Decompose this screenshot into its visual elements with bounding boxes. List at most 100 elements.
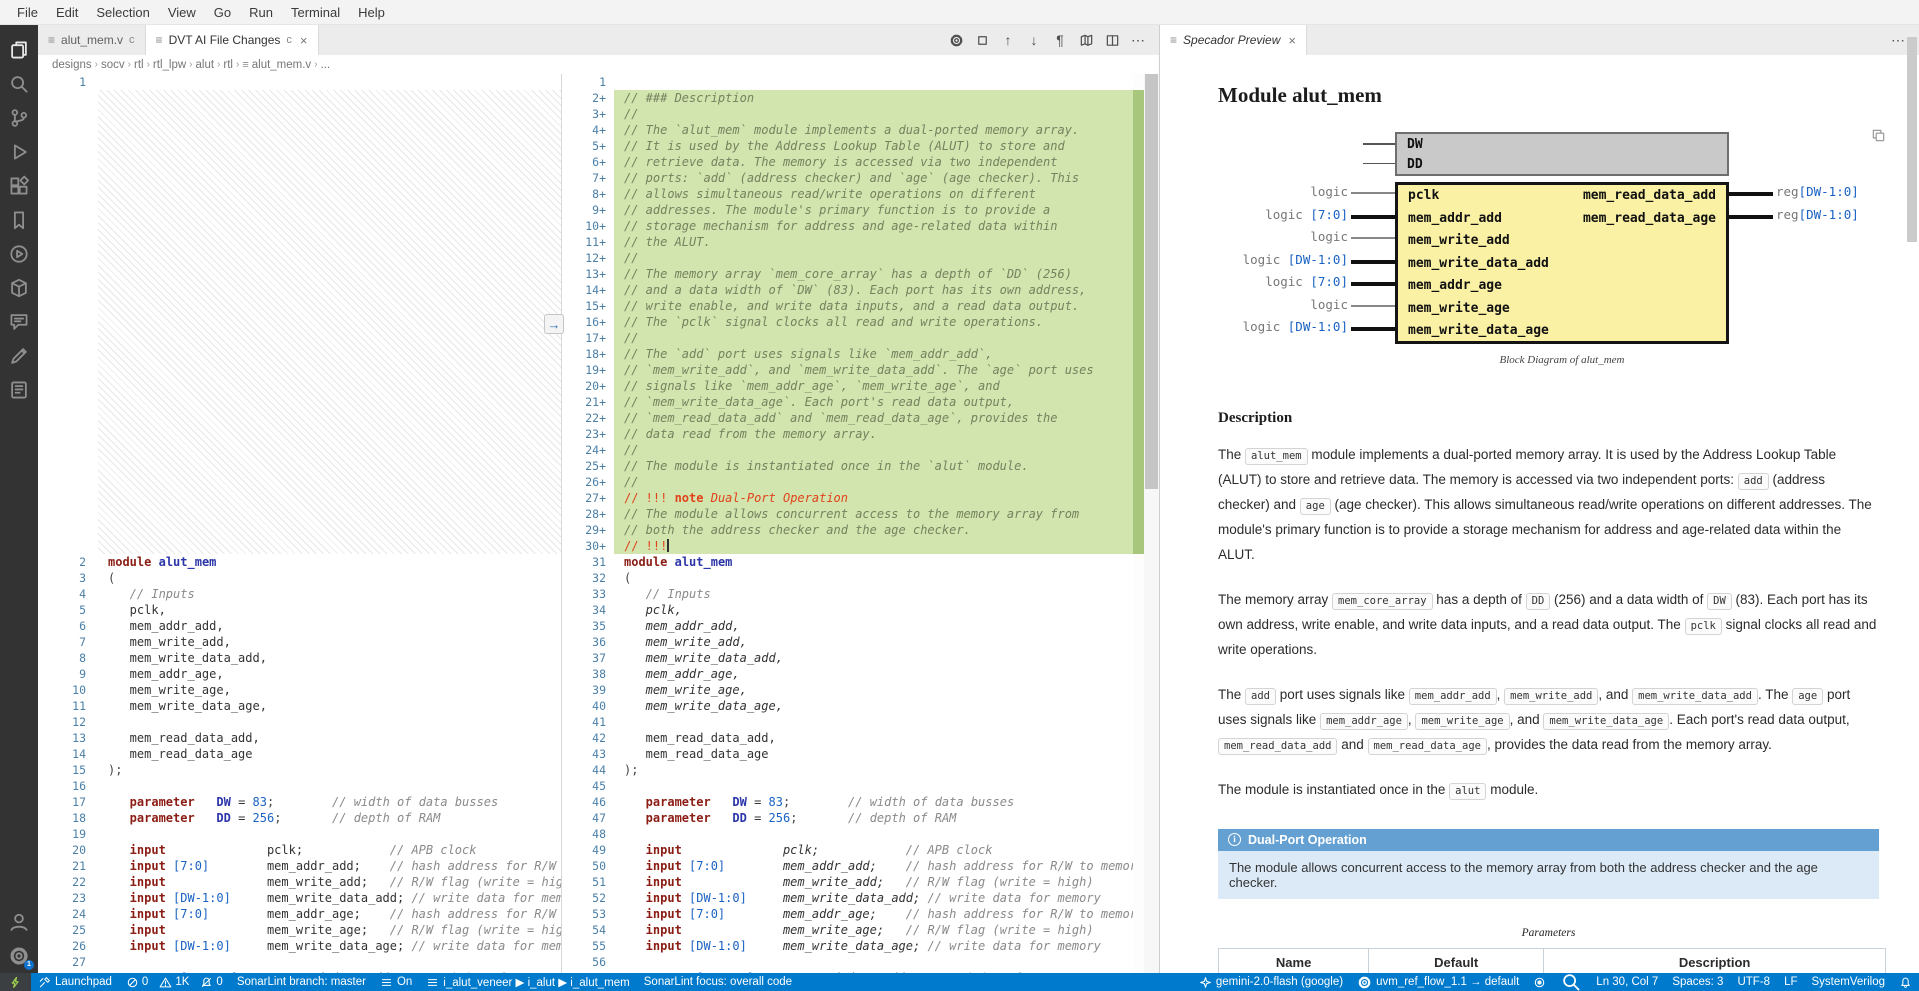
breadcrumb-item[interactable]: socv: [101, 59, 125, 71]
code-line[interactable]: 15+// write enable, and write data input…: [562, 298, 1133, 314]
menu-go[interactable]: Go: [205, 5, 240, 20]
code-line[interactable]: 14+// and a data width of `DW` (83). Eac…: [562, 282, 1133, 298]
copy-icon[interactable]: [1871, 128, 1886, 143]
run-debug-icon[interactable]: [0, 135, 38, 169]
code-line[interactable]: 57 output [DW-1:0] mem_read_data_add; //…: [562, 970, 1133, 973]
code-line[interactable]: 14 mem_read_data_age: [38, 746, 561, 762]
code-line[interactable]: 1: [562, 74, 1133, 90]
account-icon[interactable]: [0, 905, 38, 939]
code-line[interactable]: 20+// signals like `mem_addr_age`, `mem_…: [562, 378, 1133, 394]
code-line[interactable]: 53 input [7:0] mem_addr_age; // hash add…: [562, 906, 1133, 922]
close-icon[interactable]: ×: [300, 33, 308, 48]
code-line[interactable]: 5 pclk,: [38, 602, 561, 618]
code-line[interactable]: 7+// ports: `add` (address checker) and …: [562, 170, 1133, 186]
settings-icon[interactable]: 1: [0, 939, 38, 973]
code-line[interactable]: 18+// The `add` port uses signals like `…: [562, 346, 1133, 362]
search-icon[interactable]: [0, 67, 38, 101]
menu-file[interactable]: File: [8, 5, 47, 20]
close-icon[interactable]: ×: [1288, 33, 1296, 48]
code-line[interactable]: 22+// `mem_read_data_add` and `mem_read_…: [562, 410, 1133, 426]
code-line[interactable]: 28 output [DW-1:0] mem_read_data_add; //…: [38, 970, 561, 973]
diff-navigate-button[interactable]: →: [544, 314, 564, 334]
code-line[interactable]: 1: [38, 74, 561, 90]
eol[interactable]: LF: [1777, 973, 1804, 991]
code-line[interactable]: 9 mem_addr_age,: [38, 666, 561, 682]
notifications[interactable]: [1892, 973, 1919, 991]
panel-scrollbar-thumb[interactable]: [1907, 37, 1917, 242]
breadcrumb-item[interactable]: rtl_lpw: [153, 59, 186, 71]
breadcrumb[interactable]: designs›socv›rtl›rtl_lpw›alut›rtl›≡alut_…: [38, 55, 1159, 74]
code-line[interactable]: 18 parameter DD = 256; // depth of RAM: [38, 810, 561, 826]
code-line[interactable]: 13+// The memory array `mem_core_array` …: [562, 266, 1133, 282]
sonarlint-branch[interactable]: SonarLint branch: master: [230, 973, 373, 991]
scrollbar-thumb[interactable]: [1145, 74, 1158, 489]
code-line[interactable]: 24+//: [562, 442, 1133, 458]
code-line[interactable]: 37 mem_write_data_add,: [562, 650, 1133, 666]
code-line[interactable]: 41: [562, 714, 1133, 730]
code-line[interactable]: 12+//: [562, 250, 1133, 266]
code-line[interactable]: 26+//: [562, 474, 1133, 490]
breadcrumb-file[interactable]: alut_mem.v: [252, 59, 311, 71]
search-status[interactable]: [1553, 973, 1589, 991]
tab-dvt-ai-file-changes[interactable]: ≡DVT AI File Changesc×: [146, 25, 319, 55]
breadcrumb-item[interactable]: alut: [196, 59, 215, 71]
code-line[interactable]: 24 input [7:0] mem_addr_age; // hash add…: [38, 906, 561, 922]
ai-model[interactable]: gemini-2.0-flash (google): [1192, 973, 1350, 991]
code-line[interactable]: 33 // Inputs: [562, 586, 1133, 602]
code-line[interactable]: 11 mem_write_data_age,: [38, 698, 561, 714]
code-line[interactable]: 13 mem_read_data_add,: [38, 730, 561, 746]
code-line[interactable]: 40 mem_write_data_age,: [562, 698, 1133, 714]
diff-original-pane[interactable]: 12module alut_mem3(4 // Inputs5 pclk,6 m…: [38, 74, 562, 973]
dvt-toggle[interactable]: On: [373, 973, 419, 991]
code-line[interactable]: 20 input pclk; // APB clock: [38, 842, 561, 858]
code-line[interactable]: 44);: [562, 762, 1133, 778]
code-line[interactable]: 29+// both the address checker and the a…: [562, 522, 1133, 538]
breadcrumb-item[interactable]: rtl: [223, 59, 233, 71]
code-line[interactable]: 31module alut_mem: [562, 554, 1133, 570]
code-line[interactable]: 17 parameter DW = 83; // width of data b…: [38, 794, 561, 810]
code-line[interactable]: 47 parameter DD = 256; // depth of RAM: [562, 810, 1133, 826]
code-line[interactable]: 17+//: [562, 330, 1133, 346]
language-mode[interactable]: SystemVerilog: [1804, 973, 1892, 991]
sonarlint-focus[interactable]: SonarLint focus: overall code: [637, 973, 799, 991]
source-control-icon[interactable]: [0, 101, 38, 135]
code-line[interactable]: 48: [562, 826, 1133, 842]
code-line[interactable]: 22 input mem_write_add; // R/W flag (wri…: [38, 874, 561, 890]
code-line[interactable]: 3+//: [562, 106, 1133, 122]
breadcrumb-item[interactable]: rtl: [134, 59, 144, 71]
code-line[interactable]: 46 parameter DW = 83; // width of data b…: [562, 794, 1133, 810]
menu-view[interactable]: View: [159, 5, 205, 20]
square-icon[interactable]: [971, 29, 993, 51]
files-icon[interactable]: [0, 33, 38, 67]
code-line[interactable]: 7 mem_write_add,: [38, 634, 561, 650]
code-line[interactable]: 8+// allows simultaneous read/write oper…: [562, 186, 1133, 202]
code-line[interactable]: 2+// ### Description: [562, 90, 1133, 106]
screencast[interactable]: [1526, 973, 1553, 991]
code-line[interactable]: 16: [38, 778, 561, 794]
menu-edit[interactable]: Edit: [47, 5, 87, 20]
code-line[interactable]: 19+// `mem_write_add`, and `mem_write_da…: [562, 362, 1133, 378]
code-line[interactable]: 8 mem_write_data_add,: [38, 650, 561, 666]
code-line[interactable]: 3(: [38, 570, 561, 586]
code-line[interactable]: 2module alut_mem: [38, 554, 561, 570]
remote-indicator[interactable]: [0, 973, 31, 991]
code-line[interactable]: 35 mem_addr_add,: [562, 618, 1133, 634]
code-line[interactable]: 19: [38, 826, 561, 842]
code-line[interactable]: 23+// data read from the memory array.: [562, 426, 1133, 442]
extensions-icon[interactable]: [0, 169, 38, 203]
code-line[interactable]: 15);: [38, 762, 561, 778]
code-line[interactable]: 39 mem_write_age,: [562, 682, 1133, 698]
split-editor-icon[interactable]: [1101, 29, 1123, 51]
code-line[interactable]: 16+// The `pclk` signal clocks all read …: [562, 314, 1133, 330]
indentation[interactable]: Spaces: 3: [1665, 973, 1730, 991]
code-line[interactable]: 5+// It is used by the Address Lookup Ta…: [562, 138, 1133, 154]
code-line[interactable]: 27+// !!! note Dual-Port Operation: [562, 490, 1133, 506]
code-line[interactable]: 10 mem_write_age,: [38, 682, 561, 698]
arrow-up-icon[interactable]: ↑: [997, 29, 1019, 51]
code-line[interactable]: 25 input mem_write_age; // R/W flag (wri…: [38, 922, 561, 938]
code-line[interactable]: 52 input [DW-1:0] mem_write_data_add; //…: [562, 890, 1133, 906]
notebook-icon[interactable]: [0, 373, 38, 407]
menu-selection[interactable]: Selection: [87, 5, 158, 20]
code-line[interactable]: 11+// the ALUT.: [562, 234, 1133, 250]
code-line[interactable]: 42 mem_read_data_add,: [562, 730, 1133, 746]
